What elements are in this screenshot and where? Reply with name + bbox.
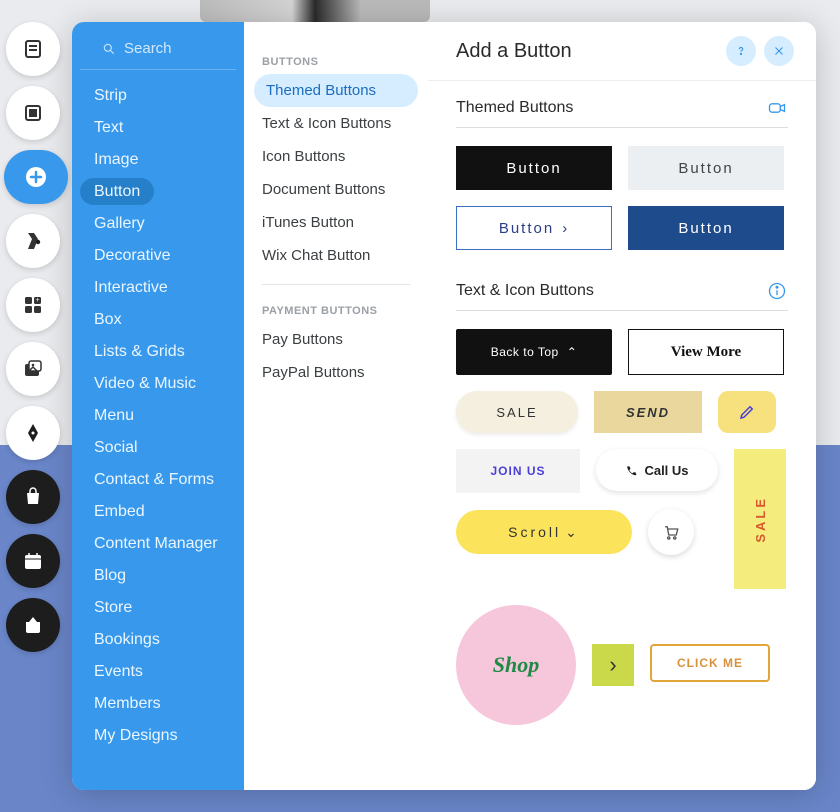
section-header-texticon: Text & Icon Buttons — [456, 280, 788, 311]
preview-header: Add a Button — [428, 22, 816, 81]
themed-button-grey[interactable]: Button — [628, 146, 784, 190]
ascend-icon[interactable]: A — [6, 598, 60, 652]
sample-join-us-button[interactable]: JOIN US — [456, 449, 580, 493]
sample-arrow-button[interactable]: › — [592, 644, 634, 686]
category-item[interactable]: Strip — [72, 80, 244, 112]
search-icon — [102, 42, 116, 56]
add-panel: StripTextImageButtonGalleryDecorativeInt… — [72, 22, 816, 790]
subcategory-item[interactable]: Text & Icon Buttons — [244, 107, 428, 140]
cart-icon — [662, 523, 680, 541]
subcategory-item[interactable]: Wix Chat Button — [244, 239, 428, 272]
category-item[interactable]: Content Manager — [72, 528, 244, 560]
pages-icon[interactable] — [6, 22, 60, 76]
category-item[interactable]: Button — [72, 176, 244, 208]
sample-back-to-top-button[interactable]: Back to Top ⌃ — [456, 329, 612, 375]
subcategory-header: PAYMENT BUTTONS — [244, 299, 428, 323]
sample-cart-button[interactable] — [648, 509, 694, 555]
themed-button-navy[interactable]: Button — [628, 206, 784, 250]
add-element-icon[interactable] — [4, 150, 68, 204]
subcategory-item[interactable]: iTunes Button — [244, 206, 428, 239]
page-photo-strip — [200, 0, 430, 22]
close-button[interactable] — [764, 36, 794, 66]
sample-view-more-button[interactable]: View More — [628, 329, 784, 375]
category-item[interactable]: Gallery — [72, 208, 244, 240]
search-row — [80, 40, 236, 70]
phone-icon — [625, 464, 638, 477]
events-icon[interactable]: 17 — [6, 534, 60, 588]
category-item[interactable]: Social — [72, 432, 244, 464]
category-item[interactable]: Text — [72, 112, 244, 144]
category-column: StripTextImageButtonGalleryDecorativeInt… — [72, 22, 244, 790]
left-toolbar: + 17 A — [6, 22, 68, 652]
subcategory-item[interactable]: Document Buttons — [244, 173, 428, 206]
apps-icon[interactable]: + — [6, 278, 60, 332]
themed-button-outline[interactable]: Button› — [456, 206, 612, 250]
category-item[interactable]: Embed — [72, 496, 244, 528]
category-item[interactable]: Blog — [72, 560, 244, 592]
category-item[interactable]: Events — [72, 656, 244, 688]
pen-icon[interactable] — [6, 406, 60, 460]
chevron-down-icon: ⌄ — [565, 524, 580, 541]
help-button[interactable] — [726, 36, 756, 66]
category-item[interactable]: Members — [72, 688, 244, 720]
sample-sale-button[interactable]: SALE — [456, 391, 578, 433]
svg-text:A: A — [31, 625, 36, 632]
section-header-themed: Themed Buttons — [456, 97, 788, 128]
subcategory-item[interactable]: Themed Buttons — [254, 74, 418, 107]
video-icon[interactable] — [766, 97, 788, 119]
themed-button-black[interactable]: Button — [456, 146, 612, 190]
chevron-up-icon: ⌃ — [567, 345, 578, 359]
help-icon — [734, 44, 748, 58]
subcategory-item[interactable]: Pay Buttons — [244, 323, 428, 356]
close-icon — [772, 44, 786, 58]
panel-title: Add a Button — [456, 40, 718, 63]
category-item[interactable]: Video & Music — [72, 368, 244, 400]
section-title: Themed Buttons — [456, 99, 766, 117]
section-title: Text & Icon Buttons — [456, 282, 766, 300]
sample-click-me-button[interactable]: CLICK ME — [650, 644, 770, 682]
chevron-right-icon: › — [609, 652, 616, 678]
subcategory-header: BUTTONS — [244, 50, 428, 74]
subcategory-item[interactable]: PayPal Buttons — [244, 356, 428, 389]
category-item[interactable]: Menu — [72, 400, 244, 432]
preview-scroll[interactable]: Themed Buttons Button Button Button› But… — [428, 81, 816, 790]
media-icon[interactable] — [6, 342, 60, 396]
chevron-right-icon: › — [562, 220, 569, 237]
category-item[interactable]: Bookings — [72, 624, 244, 656]
sample-edit-button[interactable] — [718, 391, 776, 433]
sample-shop-button[interactable]: Shop — [456, 605, 576, 725]
category-item[interactable]: Image — [72, 144, 244, 176]
sample-sale-vertical-button[interactable]: SALE — [734, 449, 786, 589]
svg-text:17: 17 — [29, 561, 37, 568]
svg-text:+: + — [35, 297, 39, 304]
info-icon[interactable] — [766, 280, 788, 302]
subcategory-column: BUTTONSThemed ButtonsText & Icon Buttons… — [244, 22, 428, 790]
category-item[interactable]: Decorative — [72, 240, 244, 272]
background-icon[interactable] — [6, 86, 60, 140]
category-item[interactable]: Store — [72, 592, 244, 624]
category-item[interactable]: My Designs — [72, 720, 244, 752]
store-icon[interactable] — [6, 470, 60, 524]
sample-scroll-button[interactable]: Scroll ⌄ — [456, 510, 632, 554]
sample-call-us-button[interactable]: Call Us — [596, 449, 718, 491]
subcategory-item[interactable]: Icon Buttons — [244, 140, 428, 173]
category-item[interactable]: Contact & Forms — [72, 464, 244, 496]
preview-column: Add a Button Themed Buttons Button Butto… — [428, 22, 816, 790]
search-input[interactable] — [124, 40, 214, 57]
theme-icon[interactable] — [6, 214, 60, 268]
category-item[interactable]: Box — [72, 304, 244, 336]
category-list: StripTextImageButtonGalleryDecorativeInt… — [72, 80, 244, 752]
themed-buttons-grid: Button Button Button› Button — [456, 146, 788, 250]
pencil-icon — [738, 403, 756, 421]
divider — [262, 284, 410, 285]
category-item[interactable]: Lists & Grids — [72, 336, 244, 368]
category-item[interactable]: Interactive — [72, 272, 244, 304]
sample-send-button[interactable]: SEND — [594, 391, 702, 433]
